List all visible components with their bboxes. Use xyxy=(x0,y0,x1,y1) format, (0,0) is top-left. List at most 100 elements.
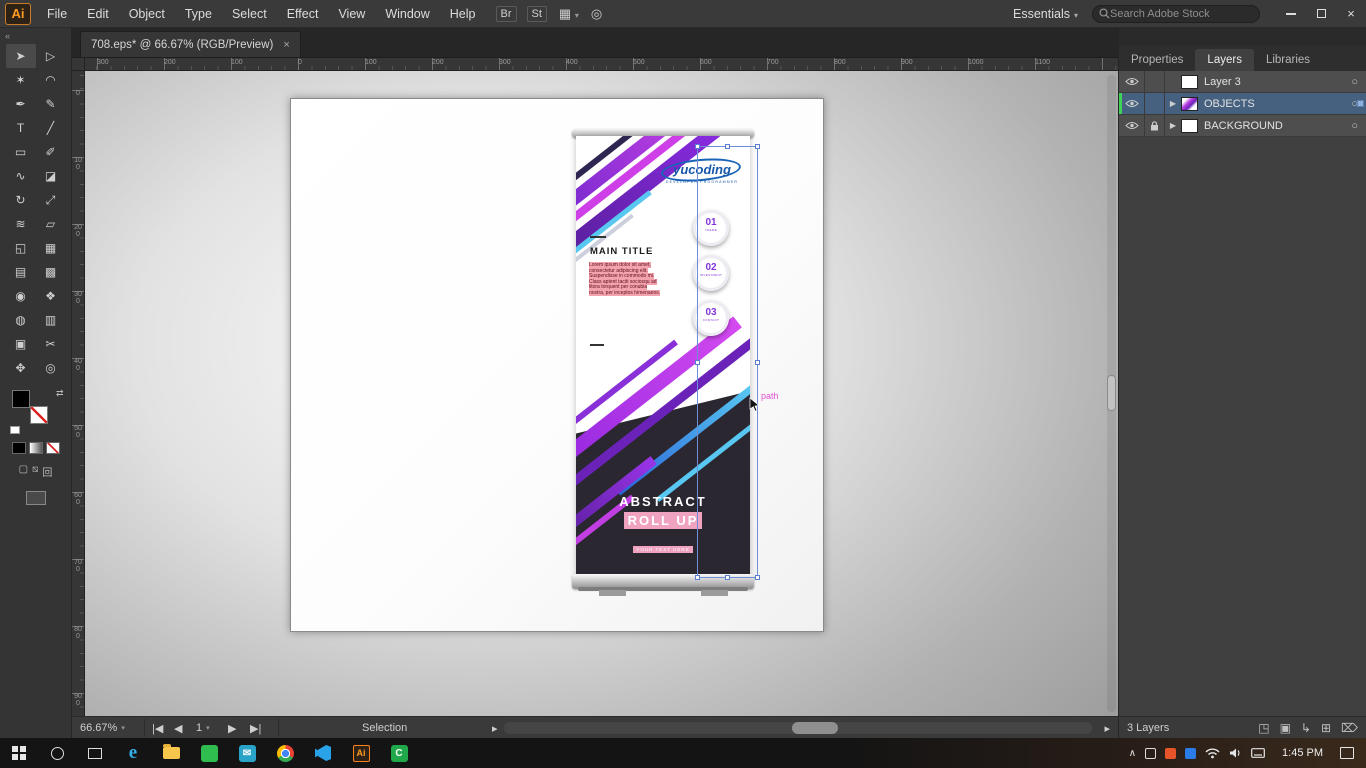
free-transform-tool[interactable]: ▱ xyxy=(36,212,66,236)
vertical-scrollbar-thumb[interactable] xyxy=(1107,375,1116,411)
layer-name[interactable]: Layer 3 xyxy=(1204,76,1241,88)
menu-edit[interactable]: Edit xyxy=(77,0,119,28)
selection-handle[interactable] xyxy=(695,360,700,365)
draw-normal-icon[interactable]: ▢ xyxy=(19,464,28,479)
line-segment-tool[interactable]: ╱ xyxy=(36,116,66,140)
layer-row-objects[interactable]: ▶ OBJECTS ○ xyxy=(1119,93,1366,115)
menu-select[interactable]: Select xyxy=(222,0,277,28)
stock-button[interactable]: St xyxy=(527,6,547,22)
tools-panel-collapse-icon[interactable]: « xyxy=(0,28,71,44)
cortana-button[interactable] xyxy=(38,738,76,768)
arrange-documents-icon[interactable]: ▦ ▾ xyxy=(559,6,579,22)
selection-handle[interactable] xyxy=(755,360,760,365)
taskbar-illustrator[interactable]: Ai xyxy=(342,738,380,768)
draw-behind-icon[interactable]: ⧅ xyxy=(32,464,38,479)
magic-wand-tool[interactable]: ✶ xyxy=(6,68,36,92)
previous-artboard-button[interactable]: ◀ xyxy=(174,717,182,739)
horizontal-ruler[interactable]: 300 200 100 0 100 200 300 400 500 600 70… xyxy=(85,58,1118,71)
shape-builder-tool[interactable]: ◱ xyxy=(6,236,36,260)
pencil-tool[interactable]: ∿ xyxy=(6,164,36,188)
vertical-scrollbar[interactable] xyxy=(1107,75,1116,712)
search-input[interactable] xyxy=(1110,8,1250,20)
pen-tool[interactable]: ✒ xyxy=(6,92,36,116)
last-artboard-button[interactable]: ▶| xyxy=(250,717,261,739)
selection-handle[interactable] xyxy=(725,575,730,580)
app-logo-icon[interactable]: Ai xyxy=(5,3,31,25)
visibility-toggle[interactable] xyxy=(1119,115,1145,136)
type-tool[interactable]: T xyxy=(6,116,36,140)
tab-properties[interactable]: Properties xyxy=(1119,49,1195,71)
wifi-icon[interactable] xyxy=(1205,747,1220,759)
disclosure-arrow-icon[interactable]: ▶ xyxy=(1165,121,1181,130)
disclosure-arrow-icon[interactable]: ▶ xyxy=(1165,99,1181,108)
eyedropper-tool[interactable]: ◉ xyxy=(6,284,36,308)
stroke-swatch[interactable] xyxy=(30,406,48,424)
mesh-tool[interactable]: ▤ xyxy=(6,260,36,284)
canvas[interactable]: yucoding DEVELOPER PROGRAMMER MAIN TITLE… xyxy=(85,71,1118,716)
menu-window[interactable]: Window xyxy=(375,0,439,28)
lock-toggle[interactable] xyxy=(1145,71,1165,92)
layer-name[interactable]: OBJECTS xyxy=(1204,98,1255,110)
layer-thumbnail[interactable] xyxy=(1181,119,1198,133)
menu-view[interactable]: View xyxy=(328,0,375,28)
default-fill-stroke-icon[interactable] xyxy=(10,426,20,434)
layer-name[interactable]: BACKGROUND xyxy=(1204,120,1283,132)
tray-expand-icon[interactable]: ∧ xyxy=(1129,748,1136,759)
layer-thumbnail[interactable] xyxy=(1181,75,1198,89)
horizontal-scrollbar[interactable] xyxy=(504,722,1092,734)
selection-handle[interactable] xyxy=(695,575,700,580)
taskbar-file-explorer[interactable] xyxy=(152,738,190,768)
start-button[interactable] xyxy=(0,738,38,768)
action-center-icon[interactable] xyxy=(1340,747,1354,759)
touch-workspace-icon[interactable]: ◎ xyxy=(591,6,602,22)
menu-effect[interactable]: Effect xyxy=(277,0,329,28)
column-graph-tool[interactable]: ▥ xyxy=(36,308,66,332)
paintbrush-tool[interactable]: ✐ xyxy=(36,140,66,164)
keyboard-icon[interactable] xyxy=(1251,748,1265,758)
vertical-ruler[interactable]: 0 100 200 300 400 500 600 700 800 900 xyxy=(72,71,85,716)
gradient-mode-button[interactable] xyxy=(29,442,43,454)
taskbar-vscode[interactable] xyxy=(304,738,342,768)
scale-tool[interactable]: ⤢ xyxy=(36,188,66,212)
artboard-tool[interactable]: ▣ xyxy=(6,332,36,356)
rectangle-tool[interactable]: ▭ xyxy=(6,140,36,164)
taskbar-app-c[interactable]: C xyxy=(380,738,418,768)
selection-handle[interactable] xyxy=(755,144,760,149)
target-circle-icon[interactable]: ○ xyxy=(1351,76,1358,88)
selection-handle[interactable] xyxy=(695,144,700,149)
symbol-sprayer-tool[interactable]: ◍ xyxy=(6,308,36,332)
taskbar-mail[interactable]: ✉ xyxy=(228,738,266,768)
new-sublayer-icon[interactable]: ↳ xyxy=(1301,721,1311,735)
taskbar-app-green[interactable] xyxy=(190,738,228,768)
bridge-button[interactable]: Br xyxy=(496,6,517,22)
visibility-toggle[interactable] xyxy=(1119,71,1145,92)
hand-tool[interactable]: ✥ xyxy=(6,356,36,380)
perspective-grid-tool[interactable]: ▦ xyxy=(36,236,66,260)
tab-libraries[interactable]: Libraries xyxy=(1254,49,1322,71)
lasso-tool[interactable]: ◠ xyxy=(36,68,66,92)
tab-layers[interactable]: Layers xyxy=(1195,49,1254,71)
status-menu-arrow[interactable]: ▸ xyxy=(492,717,498,739)
tray-app-icon[interactable] xyxy=(1165,748,1176,759)
selection-tool[interactable]: ➤ xyxy=(6,44,36,68)
layer-row-layer3[interactable]: Layer 3 ○ xyxy=(1119,71,1366,93)
scroll-right-arrow[interactable]: ▸ xyxy=(1104,717,1110,739)
zoom-level-dropdown[interactable]: 66.67%▾ xyxy=(80,717,125,739)
lock-toggle[interactable] xyxy=(1145,115,1165,136)
blend-tool[interactable]: ❖ xyxy=(36,284,66,308)
visibility-toggle[interactable] xyxy=(1119,93,1145,114)
color-mode-button[interactable] xyxy=(12,442,26,454)
volume-icon[interactable] xyxy=(1229,747,1242,759)
next-artboard-button[interactable]: ▶ xyxy=(228,717,236,739)
ruler-corner[interactable] xyxy=(72,58,85,71)
eraser-tool[interactable]: ◪ xyxy=(36,164,66,188)
close-button[interactable]: × xyxy=(1336,0,1366,28)
slice-tool[interactable]: ✂ xyxy=(36,332,66,356)
tray-app-icon[interactable] xyxy=(1185,748,1196,759)
workspace-switcher[interactable]: Essentials▾ xyxy=(1013,7,1078,21)
taskbar-chrome[interactable] xyxy=(266,738,304,768)
none-mode-button[interactable] xyxy=(46,442,60,454)
menu-file[interactable]: File xyxy=(37,0,77,28)
screen-mode-button[interactable] xyxy=(26,491,46,505)
layer-row-background[interactable]: ▶ BACKGROUND ○ xyxy=(1119,115,1366,137)
